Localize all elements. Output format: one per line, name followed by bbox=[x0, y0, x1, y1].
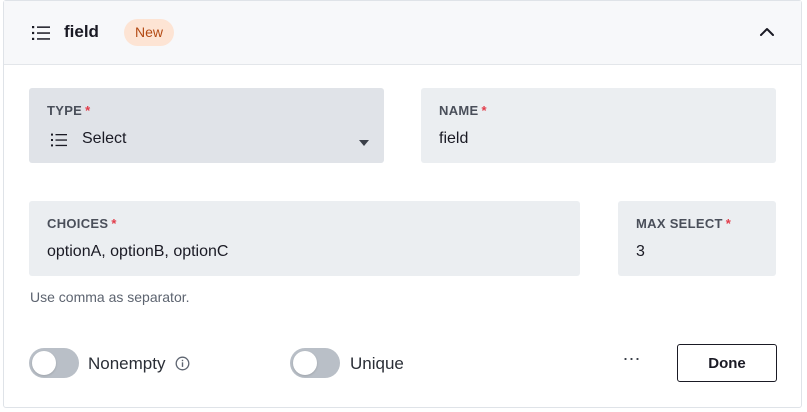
more-options-button[interactable]: ⋯ bbox=[621, 348, 643, 374]
type-label: TYPE * bbox=[47, 103, 91, 118]
caret-down-icon bbox=[359, 140, 369, 146]
list-icon bbox=[51, 133, 67, 147]
unique-label: Unique bbox=[350, 354, 404, 373]
name-label: NAME * bbox=[439, 103, 487, 118]
choices-value: optionA, optionB, optionC bbox=[47, 243, 229, 260]
done-button[interactable]: Done bbox=[677, 344, 777, 382]
toggle-knob bbox=[32, 351, 56, 375]
toggle-knob bbox=[293, 351, 317, 375]
name-field[interactable]: NAME * field bbox=[421, 88, 776, 163]
type-select[interactable]: TYPE * Select bbox=[29, 88, 384, 163]
chevron-up-icon[interactable] bbox=[756, 21, 778, 43]
type-value: Select bbox=[82, 130, 127, 147]
info-icon[interactable] bbox=[175, 356, 190, 371]
unique-toggle[interactable] bbox=[290, 348, 340, 378]
name-value: field bbox=[439, 130, 469, 147]
field-title: field bbox=[64, 22, 99, 41]
max-select-field[interactable]: MAX SELECT * 3 bbox=[618, 201, 776, 276]
nonempty-toggle[interactable] bbox=[29, 348, 79, 378]
required-marker: * bbox=[725, 216, 732, 231]
required-marker: * bbox=[111, 216, 117, 231]
required-marker: * bbox=[481, 103, 487, 118]
panel-header[interactable]: field New bbox=[4, 1, 801, 65]
new-badge: New bbox=[124, 19, 175, 46]
choices-hint: Use comma as separator. bbox=[30, 289, 190, 305]
field-panel: field New TYPE * Select NAME * field CHO… bbox=[3, 0, 802, 408]
nonempty-label: Nonempty bbox=[88, 354, 166, 373]
choices-field[interactable]: CHOICES * optionA, optionB, optionC bbox=[29, 201, 580, 276]
required-marker: * bbox=[85, 103, 91, 118]
list-icon bbox=[32, 26, 50, 40]
max-select-label: MAX SELECT * bbox=[636, 216, 732, 231]
max-select-value: 3 bbox=[636, 243, 645, 260]
choices-label: CHOICES * bbox=[47, 216, 117, 231]
